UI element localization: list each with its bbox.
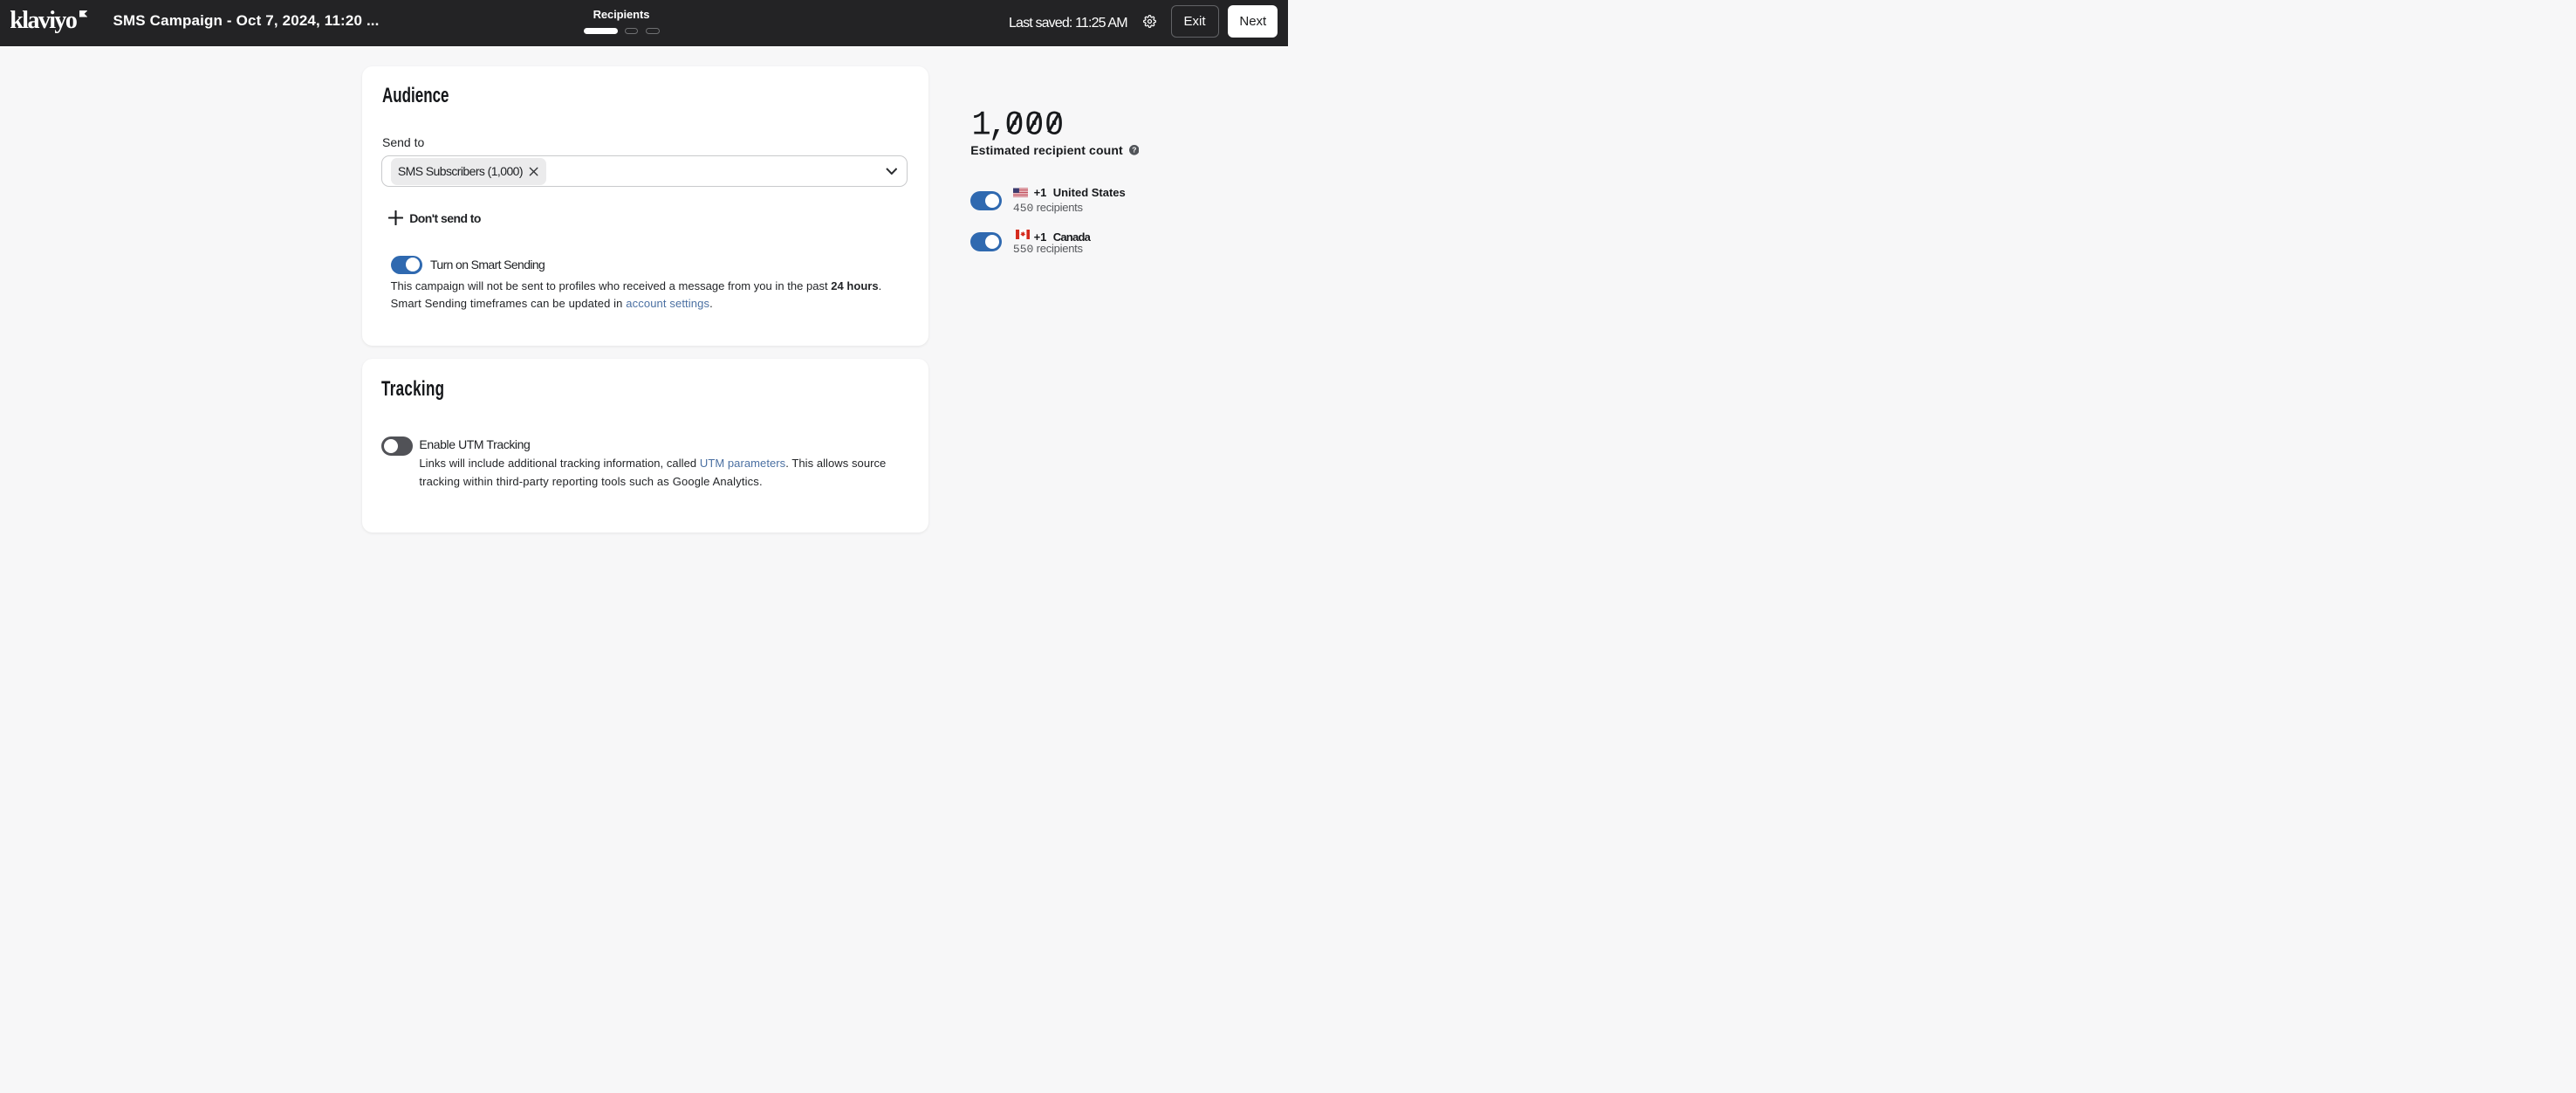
svg-text:?: ? — [1132, 146, 1136, 155]
